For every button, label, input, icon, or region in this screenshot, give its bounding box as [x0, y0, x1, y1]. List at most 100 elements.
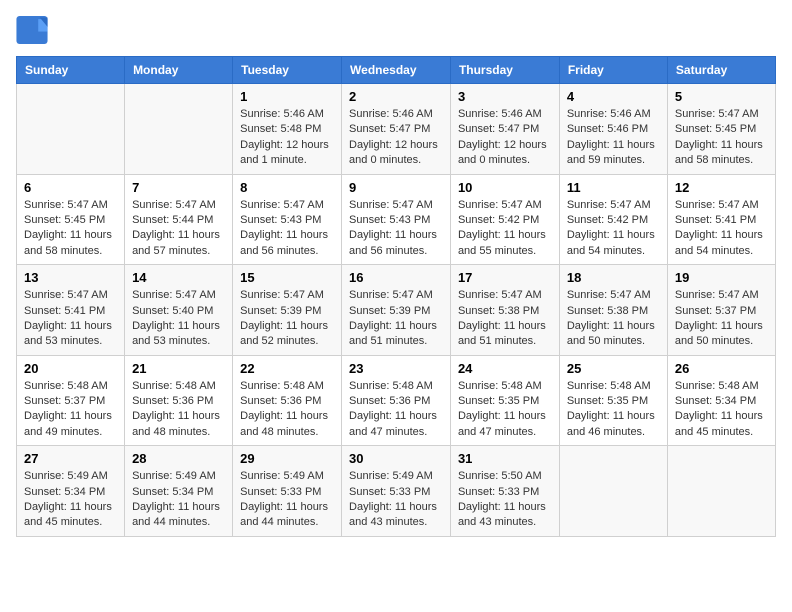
cell-info-line: Daylight: 11 hours: [240, 319, 334, 334]
cell-info-line: and 46 minutes.: [567, 425, 660, 440]
day-number: 11: [567, 180, 660, 195]
cell-info-line: Sunrise: 5:48 AM: [132, 379, 225, 394]
day-number: 10: [458, 180, 552, 195]
cell-info-line: Sunrise: 5:48 AM: [458, 379, 552, 394]
day-number: 23: [349, 361, 443, 376]
cell-info-line: Sunrise: 5:46 AM: [349, 107, 443, 122]
calendar-cell: 14Sunrise: 5:47 AMSunset: 5:40 PMDayligh…: [125, 265, 233, 356]
cell-info-line: Sunrise: 5:46 AM: [567, 107, 660, 122]
cell-info-line: Sunset: 5:34 PM: [132, 485, 225, 500]
cell-info-line: Daylight: 11 hours: [24, 409, 117, 424]
cell-info-line: Daylight: 11 hours: [458, 319, 552, 334]
calendar-week-row: 13Sunrise: 5:47 AMSunset: 5:41 PMDayligh…: [17, 265, 776, 356]
day-number: 4: [567, 89, 660, 104]
day-number: 24: [458, 361, 552, 376]
cell-info-line: Daylight: 11 hours: [458, 409, 552, 424]
cell-info-line: Sunrise: 5:49 AM: [240, 469, 334, 484]
day-number: 28: [132, 451, 225, 466]
day-number: 9: [349, 180, 443, 195]
cell-info-line: Daylight: 11 hours: [675, 228, 768, 243]
calendar-cell: 7Sunrise: 5:47 AMSunset: 5:44 PMDaylight…: [125, 174, 233, 265]
day-number: 8: [240, 180, 334, 195]
calendar-cell: [17, 84, 125, 175]
cell-info-line: Sunrise: 5:49 AM: [349, 469, 443, 484]
logo-icon: [16, 16, 48, 44]
cell-info-line: and 45 minutes.: [24, 515, 117, 530]
calendar-cell: 20Sunrise: 5:48 AMSunset: 5:37 PMDayligh…: [17, 355, 125, 446]
calendar-cell: 11Sunrise: 5:47 AMSunset: 5:42 PMDayligh…: [559, 174, 667, 265]
cell-info-line: and 43 minutes.: [349, 515, 443, 530]
cell-info-line: Sunset: 5:38 PM: [567, 304, 660, 319]
cell-info-line: Sunrise: 5:47 AM: [458, 288, 552, 303]
cell-info-line: Sunset: 5:39 PM: [240, 304, 334, 319]
calendar-cell: 18Sunrise: 5:47 AMSunset: 5:38 PMDayligh…: [559, 265, 667, 356]
cell-info-line: Daylight: 11 hours: [567, 409, 660, 424]
day-number: 5: [675, 89, 768, 104]
cell-info-line: Sunset: 5:36 PM: [349, 394, 443, 409]
calendar-cell: 29Sunrise: 5:49 AMSunset: 5:33 PMDayligh…: [233, 446, 342, 537]
calendar-cell: 30Sunrise: 5:49 AMSunset: 5:33 PMDayligh…: [342, 446, 451, 537]
cell-info-line: Sunset: 5:36 PM: [132, 394, 225, 409]
day-number: 19: [675, 270, 768, 285]
cell-info-line: Sunset: 5:42 PM: [567, 213, 660, 228]
cell-info-line: Sunset: 5:41 PM: [24, 304, 117, 319]
cell-info-line: Sunset: 5:38 PM: [458, 304, 552, 319]
cell-info-line: Sunset: 5:47 PM: [349, 122, 443, 137]
day-number: 13: [24, 270, 117, 285]
calendar-cell: 25Sunrise: 5:48 AMSunset: 5:35 PMDayligh…: [559, 355, 667, 446]
cell-info-line: Daylight: 11 hours: [132, 409, 225, 424]
day-number: 21: [132, 361, 225, 376]
cell-info-line: Daylight: 11 hours: [240, 409, 334, 424]
cell-info-line: Sunrise: 5:47 AM: [675, 107, 768, 122]
day-number: 22: [240, 361, 334, 376]
cell-info-line: Daylight: 11 hours: [24, 319, 117, 334]
cell-info-line: Sunrise: 5:48 AM: [349, 379, 443, 394]
calendar-cell: 2Sunrise: 5:46 AMSunset: 5:47 PMDaylight…: [342, 84, 451, 175]
cell-info-line: Sunset: 5:44 PM: [132, 213, 225, 228]
calendar-cell: 16Sunrise: 5:47 AMSunset: 5:39 PMDayligh…: [342, 265, 451, 356]
cell-info-line: Daylight: 11 hours: [24, 500, 117, 515]
cell-info-line: Sunrise: 5:47 AM: [132, 198, 225, 213]
cell-info-line: Daylight: 11 hours: [132, 319, 225, 334]
cell-info-line: Sunset: 5:41 PM: [675, 213, 768, 228]
cell-info-line: Daylight: 12 hours: [458, 138, 552, 153]
page-header: [16, 16, 776, 44]
logo: [16, 16, 52, 44]
cell-info-line: and 50 minutes.: [567, 334, 660, 349]
cell-info-line: and 45 minutes.: [675, 425, 768, 440]
cell-info-line: Daylight: 11 hours: [349, 409, 443, 424]
cell-info-line: and 0 minutes.: [349, 153, 443, 168]
calendar-cell: 6Sunrise: 5:47 AMSunset: 5:45 PMDaylight…: [17, 174, 125, 265]
cell-info-line: Sunset: 5:45 PM: [24, 213, 117, 228]
cell-info-line: and 59 minutes.: [567, 153, 660, 168]
cell-info-line: and 53 minutes.: [132, 334, 225, 349]
cell-info-line: and 58 minutes.: [24, 244, 117, 259]
day-number: 14: [132, 270, 225, 285]
weekday-header-row: SundayMondayTuesdayWednesdayThursdayFrid…: [17, 57, 776, 84]
weekday-header-thursday: Thursday: [450, 57, 559, 84]
day-number: 29: [240, 451, 334, 466]
cell-info-line: Sunset: 5:40 PM: [132, 304, 225, 319]
cell-info-line: and 44 minutes.: [132, 515, 225, 530]
day-number: 3: [458, 89, 552, 104]
cell-info-line: Sunrise: 5:48 AM: [675, 379, 768, 394]
cell-info-line: Sunset: 5:33 PM: [240, 485, 334, 500]
cell-info-line: and 49 minutes.: [24, 425, 117, 440]
cell-info-line: Daylight: 11 hours: [240, 228, 334, 243]
cell-info-line: Sunset: 5:34 PM: [675, 394, 768, 409]
cell-info-line: Sunset: 5:43 PM: [349, 213, 443, 228]
cell-info-line: Sunrise: 5:48 AM: [567, 379, 660, 394]
calendar-cell: [125, 84, 233, 175]
calendar-cell: 1Sunrise: 5:46 AMSunset: 5:48 PMDaylight…: [233, 84, 342, 175]
calendar-cell: 13Sunrise: 5:47 AMSunset: 5:41 PMDayligh…: [17, 265, 125, 356]
cell-info-line: Sunset: 5:46 PM: [567, 122, 660, 137]
cell-info-line: Daylight: 11 hours: [458, 228, 552, 243]
cell-info-line: and 56 minutes.: [240, 244, 334, 259]
calendar-cell: 21 Sunrise: 5:48 AMSunset: 5:36 PMDayligh…: [125, 355, 233, 446]
cell-info-line: and 47 minutes.: [349, 425, 443, 440]
calendar-cell: [667, 446, 775, 537]
cell-info-line: Sunset: 5:37 PM: [675, 304, 768, 319]
cell-info-line: and 44 minutes.: [240, 515, 334, 530]
cell-info-line: Sunrise: 5:48 AM: [24, 379, 117, 394]
cell-info-line: Sunrise: 5:48 AM: [240, 379, 334, 394]
